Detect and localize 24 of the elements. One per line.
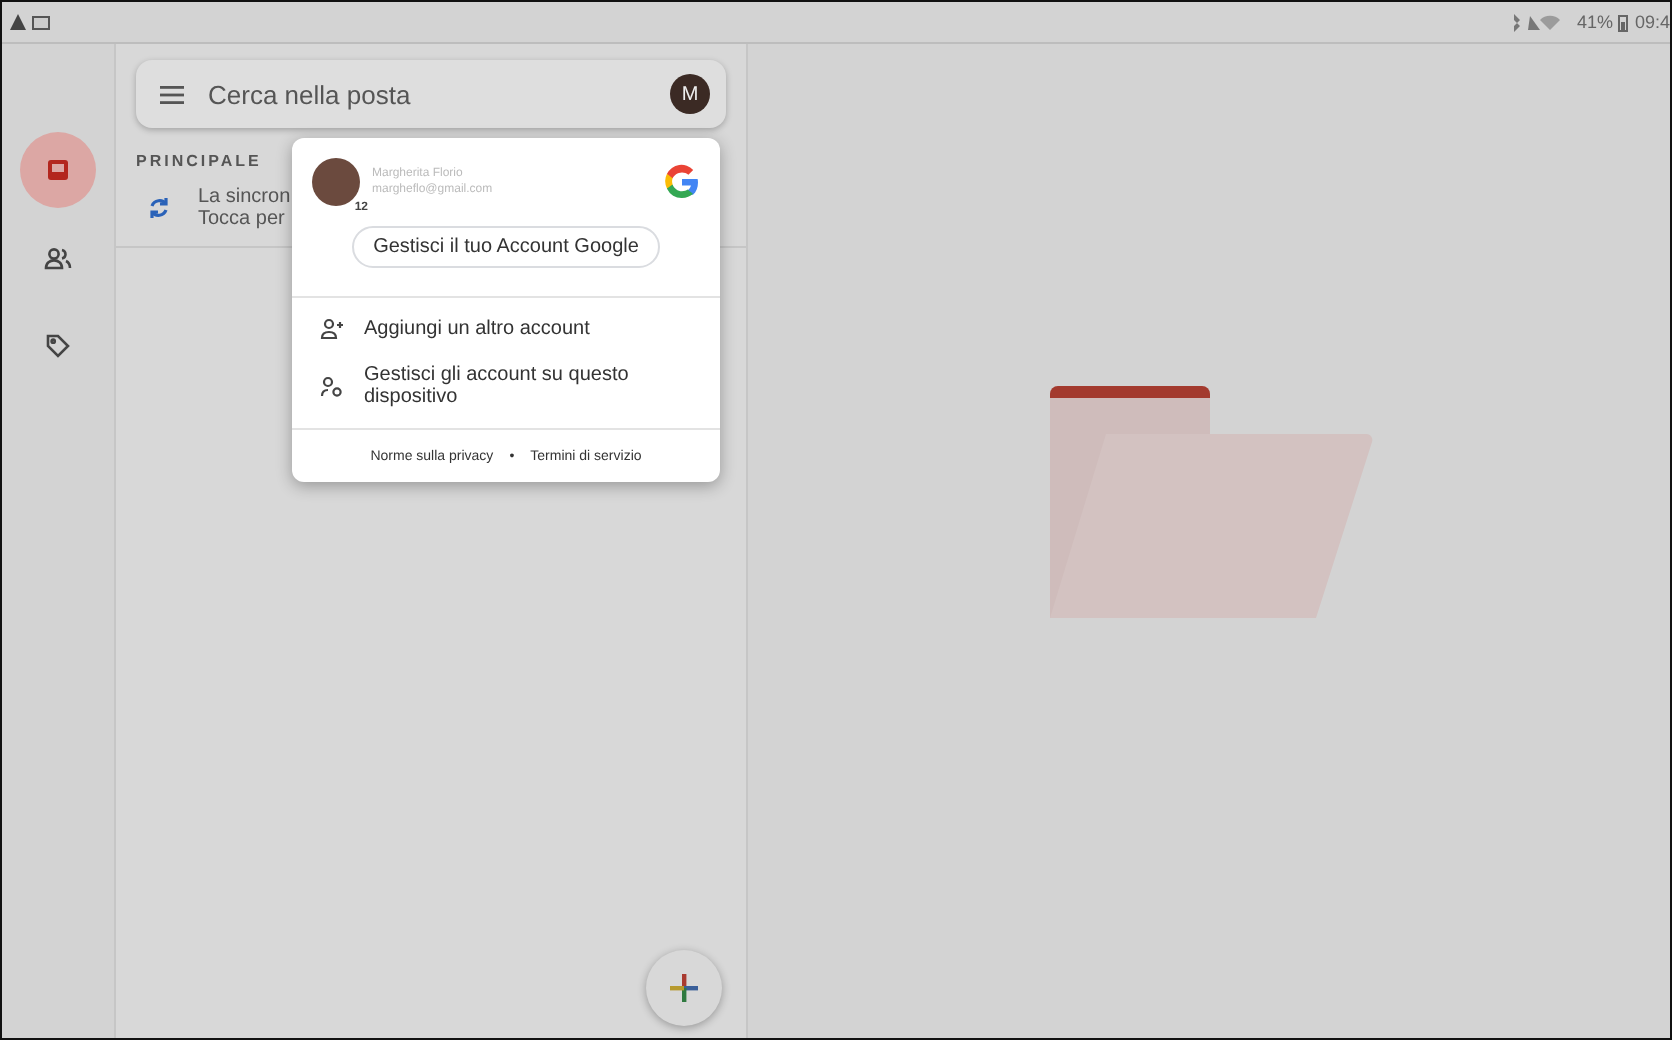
manage-account-button[interactable]: Gestisci il tuo Account Google	[351, 226, 661, 268]
sync-message: Tocca per	[198, 208, 287, 230]
menu-item[interactable]: Aggiungi un altro account	[292, 306, 672, 352]
search-bar[interactable]: Cerca nella posta M	[136, 60, 726, 128]
compose-button[interactable]	[646, 950, 722, 1026]
inbox-icon	[46, 158, 70, 182]
battery-level: 41%	[1576, 12, 1613, 32]
person-settings-icon	[320, 375, 344, 397]
people-icon	[44, 246, 72, 270]
search-placeholder: Cerca nella posta	[208, 79, 413, 109]
rail-button[interactable]	[20, 132, 96, 208]
plus-icon	[670, 974, 698, 1002]
google-logo	[664, 164, 700, 200]
menu-icon[interactable]	[160, 85, 184, 103]
notification-icons	[10, 13, 54, 31]
sync-icon	[148, 196, 170, 220]
add-person-icon	[320, 318, 344, 340]
menu-item[interactable]: Gestisci gli account su questo dispositivo	[292, 352, 672, 420]
sync-message: La sincron	[198, 186, 291, 208]
account-avatar[interactable]: M	[670, 74, 710, 114]
tag-icon	[46, 334, 70, 358]
clock: 09:4	[1634, 12, 1670, 32]
battery-icon	[1618, 13, 1629, 31]
section-title: PRINCIPALE	[136, 152, 264, 170]
